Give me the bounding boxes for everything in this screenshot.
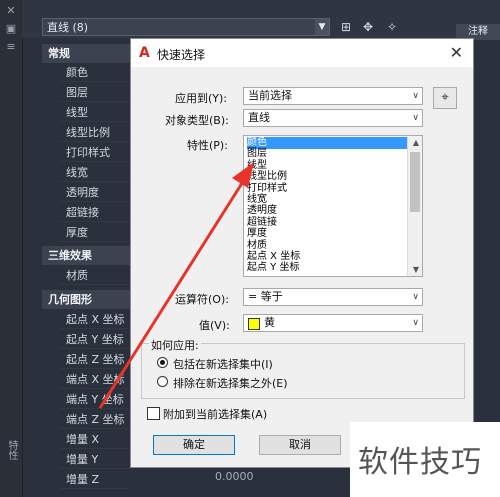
- close-icon[interactable]: ✕: [4, 4, 18, 18]
- chevron-down-icon: ∨: [412, 113, 419, 123]
- properties-listbox[interactable]: 颜色 图层 线型 线型比例 打印样式 线宽 透明度 超链接 厚度 材质 起点 X 坐标 起点 Y 坐标…: [243, 135, 423, 277]
- delta-z-value: 0.0000: [215, 470, 254, 483]
- include-label[interactable]: 包括在新选择集中(I): [173, 356, 273, 372]
- property-row[interactable]: 打印样式: [60, 143, 130, 162]
- property-list-item[interactable]: 超链接: [247, 217, 407, 229]
- property-row[interactable]: 端点 Y 坐标: [60, 390, 130, 409]
- append-label[interactable]: 附加到当前选择集(A): [163, 406, 267, 422]
- properties-scrollbar[interactable]: ▲ ▼: [407, 136, 422, 276]
- section-geometry[interactable]: 几何图形: [42, 290, 130, 309]
- cancel-button[interactable]: 取消: [259, 435, 341, 455]
- property-list-item[interactable]: 图层: [247, 148, 407, 160]
- property-row[interactable]: 厚度: [60, 223, 130, 242]
- section-general[interactable]: 常规: [42, 44, 130, 63]
- property-list-item[interactable]: 线型: [247, 160, 407, 172]
- operator-label: 运算符(O):: [175, 293, 229, 306]
- chevron-down-icon: ∨: [412, 318, 419, 328]
- autocad-logo-icon: A: [139, 45, 150, 61]
- properties-label: 特性(P):: [187, 139, 228, 152]
- object-type-dropdown-value: 直线 (8): [47, 21, 89, 34]
- apply-to-value: 当前选择: [248, 89, 292, 102]
- scroll-up-icon[interactable]: ▲: [413, 138, 419, 147]
- property-row[interactable]: 线型比例: [60, 123, 130, 142]
- object-type-dropdown[interactable]: 直线 (8) ▼: [42, 18, 330, 36]
- property-row[interactable]: 起点 X 坐标: [60, 310, 130, 329]
- palette-side-strip: ✕ ▣ ≡ 特性: [0, 0, 23, 497]
- property-row[interactable]: 材质: [60, 266, 130, 285]
- property-list-item[interactable]: 厚度: [247, 228, 407, 240]
- color-swatch-icon: [248, 318, 260, 330]
- menu-icon[interactable]: ≡: [4, 40, 18, 54]
- section-3d-effects[interactable]: 三维效果: [42, 246, 130, 265]
- dialog-title: 快速选择: [157, 48, 206, 62]
- property-list-item[interactable]: 颜色: [247, 137, 407, 149]
- chevron-down-icon: ∨: [412, 91, 419, 101]
- property-row[interactable]: 增量 X: [60, 430, 130, 449]
- apply-to-label: 应用到(Y):: [175, 92, 228, 105]
- property-list-item[interactable]: 打印样式: [247, 183, 407, 195]
- property-row[interactable]: 线型: [60, 103, 130, 122]
- quick-select-dialog: A 快速选择 ✕ 应用到(Y): 当前选择 ∨ ⌖ 对象类型(B): 直线 ∨ …: [130, 38, 474, 468]
- property-row[interactable]: 起点 Z 坐标: [60, 350, 130, 369]
- dialog-titlebar: A 快速选择 ✕: [131, 39, 473, 67]
- property-row[interactable]: 起点 Y 坐标: [60, 330, 130, 349]
- close-icon[interactable]: ✕: [450, 43, 463, 62]
- operator-value: = 等于: [248, 290, 283, 303]
- operator-dropdown[interactable]: = 等于 ∨: [243, 288, 423, 306]
- object-type-label: 对象类型(B):: [165, 114, 229, 127]
- chevron-down-icon: ∨: [412, 292, 419, 302]
- include-radio[interactable]: [157, 357, 168, 368]
- chevron-down-icon: ▼: [315, 19, 329, 35]
- value-dropdown[interactable]: 黄 ∨: [243, 314, 423, 332]
- value-value: 黄: [264, 316, 275, 329]
- object-type-dialog-value: 直线: [248, 111, 270, 124]
- how-to-apply-label: 如何应用:: [149, 337, 201, 353]
- ok-button[interactable]: 确定: [153, 435, 235, 455]
- property-list-item[interactable]: 线型比例: [247, 171, 407, 183]
- property-row[interactable]: 端点 Z 坐标: [60, 410, 130, 429]
- property-row[interactable]: 图层: [60, 83, 130, 102]
- property-list-item[interactable]: 透明度: [247, 205, 407, 217]
- select-objects-icon[interactable]: ✥: [360, 19, 376, 35]
- toggle-pickadd-icon[interactable]: ⊞: [338, 19, 354, 35]
- property-row[interactable]: 增量 Z: [60, 470, 130, 489]
- select-objects-button[interactable]: ⌖: [433, 87, 457, 109]
- exclude-radio[interactable]: [157, 376, 168, 387]
- exclude-label[interactable]: 排除在新选择集之外(E): [173, 375, 288, 391]
- quick-select-icon[interactable]: ✧: [384, 19, 400, 35]
- apply-to-dropdown[interactable]: 当前选择 ∨: [243, 87, 423, 105]
- property-row[interactable]: 颜色: [60, 63, 130, 82]
- object-type-dialog-dropdown[interactable]: 直线 ∨: [243, 109, 423, 127]
- property-row[interactable]: 超链接: [60, 203, 130, 222]
- append-checkbox[interactable]: [147, 407, 160, 420]
- property-row[interactable]: 增量 Y: [60, 450, 130, 469]
- property-row[interactable]: 线宽: [60, 163, 130, 182]
- crosshair-icon: ⌖: [441, 90, 449, 105]
- property-list-item[interactable]: 起点 Y 坐标: [247, 262, 407, 274]
- scroll-down-icon[interactable]: ▼: [413, 265, 419, 274]
- property-row[interactable]: 端点 X 坐标: [60, 370, 130, 389]
- property-row[interactable]: 透明度: [60, 183, 130, 202]
- palette-title: 特性: [6, 440, 17, 460]
- watermark-text: 软件技巧: [358, 445, 482, 480]
- property-list-item[interactable]: 材质: [247, 240, 407, 252]
- value-label: 值(V):: [199, 319, 230, 332]
- scroll-thumb[interactable]: [410, 152, 420, 212]
- pin-icon[interactable]: ▣: [4, 22, 18, 36]
